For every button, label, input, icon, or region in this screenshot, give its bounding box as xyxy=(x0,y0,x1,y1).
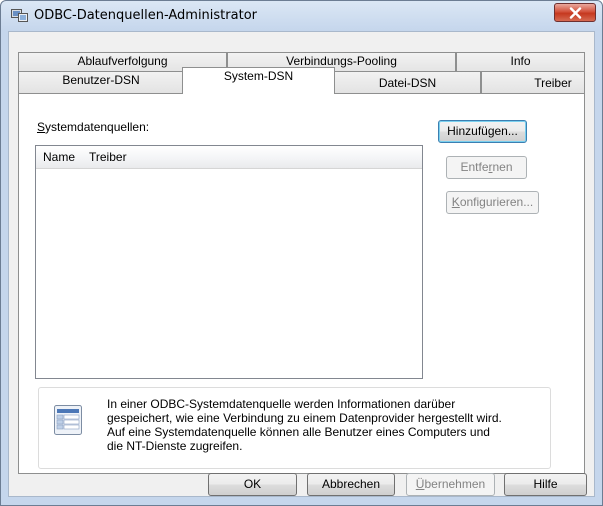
info-line: die NT-Dienste zugreifen. xyxy=(107,439,243,453)
tab-label: Benutzer-DSN xyxy=(62,73,140,87)
close-button[interactable] xyxy=(554,3,596,22)
tab-info[interactable]: Info xyxy=(456,52,585,73)
info-line: gespeichert, wie eine Verbindung zu eine… xyxy=(107,411,502,425)
tab-label: Info xyxy=(510,54,531,68)
close-x-icon xyxy=(569,7,582,19)
remove-button[interactable]: Entfernen xyxy=(446,156,527,179)
column-header-treiber[interactable]: Treiber xyxy=(82,146,162,168)
configure-label-mnemonic: K xyxy=(451,195,460,209)
add-button[interactable]: Hinzufügen... xyxy=(438,120,527,143)
apply-label-rest: bernehmen xyxy=(424,477,486,491)
label-mnemonic: S xyxy=(37,120,46,134)
info-text: In einer ODBC-Systemdatenquelle werden I… xyxy=(107,397,547,453)
tab-benutzer-dsn[interactable]: Benutzer-DSN xyxy=(18,71,184,93)
list-header: Name Treiber xyxy=(36,146,422,169)
remove-label-post: nen xyxy=(492,160,513,174)
label-text: ystemdatenquellen: xyxy=(45,120,150,134)
remove-label-pre: Entfe xyxy=(460,160,489,174)
configure-button[interactable]: Konfigurieren... xyxy=(446,191,539,214)
data-source-icon xyxy=(53,404,83,439)
tab-label: Datei-DSN xyxy=(378,76,437,90)
window-title: ODBC-Datenquellen-Administrator xyxy=(34,8,257,23)
dialog-client-area: Ablaufverfolgung Verbindungs-Pooling Inf… xyxy=(8,31,595,497)
configure-label-rest: onfigurieren... xyxy=(459,195,534,209)
info-line: In einer ODBC-Systemdatenquelle werden I… xyxy=(107,397,456,411)
dialog-window: ODBC-Datenquellen-Administrator Ablaufve… xyxy=(0,0,603,506)
ok-button[interactable]: OK xyxy=(208,473,297,496)
info-line: Auf eine Systemdatenquelle können alle B… xyxy=(107,425,490,439)
title-bar[interactable]: ODBC-Datenquellen-Administrator xyxy=(1,1,602,31)
odbc-app-icon xyxy=(11,8,28,23)
help-button[interactable]: Hilfe xyxy=(504,473,587,496)
systemdatenquellen-label: Systemdatenquellen: xyxy=(37,120,149,134)
tab-system-dsn[interactable]: System-DSN xyxy=(182,67,335,94)
tab-label: Verbindungs-Pooling xyxy=(286,54,397,68)
tab-treiber[interactable]: Treiber xyxy=(481,71,585,93)
column-header-name[interactable]: Name xyxy=(36,146,86,168)
tab-label: Ablaufverfolgung xyxy=(77,54,168,68)
cancel-button[interactable]: Abbrechen xyxy=(307,473,395,496)
tab-label: System-DSN xyxy=(223,69,294,83)
tab-datei-dsn[interactable]: Datei-DSN xyxy=(334,71,481,93)
data-source-list[interactable]: Name Treiber xyxy=(35,145,423,379)
apply-button[interactable]: Übernehmen xyxy=(406,473,495,496)
tab-label: Treiber xyxy=(534,76,572,90)
info-box: In einer ODBC-Systemdatenquelle werden I… xyxy=(38,387,551,469)
